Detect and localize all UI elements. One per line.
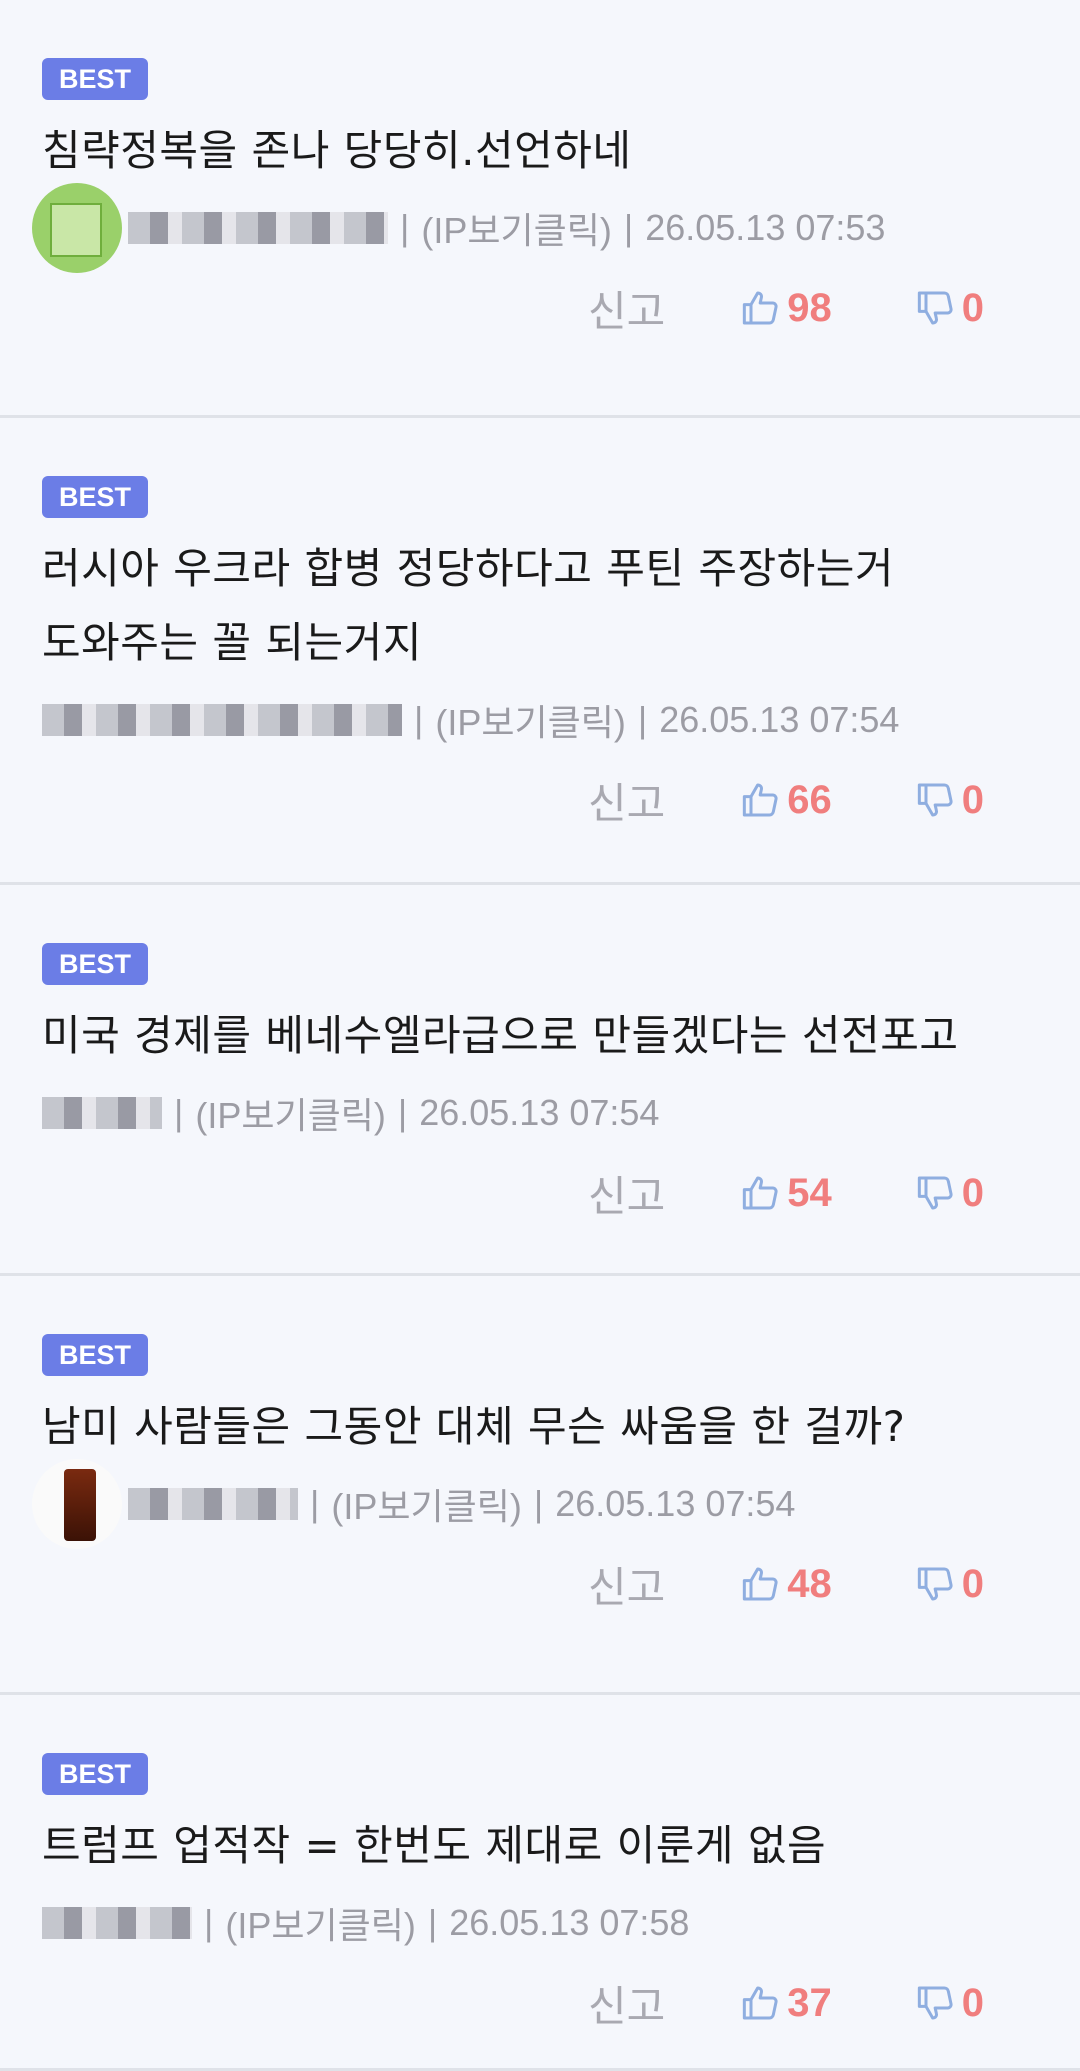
author-nickname[interactable]	[42, 1097, 162, 1129]
ip-view-link[interactable]: (IP보기클릭)	[331, 1478, 521, 1530]
downvote-button[interactable]: 0	[916, 286, 984, 331]
author-nickname[interactable]	[128, 1488, 298, 1520]
author-nickname[interactable]	[42, 1907, 192, 1939]
comment-meta: | (IP보기클릭) | 26.05.13 07:58	[42, 1891, 1038, 1955]
meta-separator: |	[623, 207, 634, 248]
upvote-button[interactable]: 48	[741, 1562, 832, 1607]
downvote-count: 0	[961, 1980, 984, 2025]
upvote-button[interactable]: 37	[741, 1981, 832, 2026]
report-button[interactable]: 신고	[588, 1163, 665, 1224]
thumbs-up-icon	[743, 1176, 778, 1210]
meta-separator: |	[310, 1483, 320, 1524]
comment-date: 26.05.13 07:54	[555, 1483, 796, 1524]
comment-item: BEST 침략정복을 존나 당당히.선언하네 | (IP보기클릭) | 26.0…	[0, 0, 1080, 418]
comment-item: BEST 트럼프 업적작 = 한번도 제대로 이룬게 없음 | (IP보기클릭)…	[0, 1695, 1080, 2071]
upvote-count: 66	[787, 777, 832, 822]
report-button[interactable]: 신고	[588, 1973, 665, 2034]
downvote-button[interactable]: 0	[916, 1562, 984, 1607]
thumbs-up-icon	[743, 1986, 778, 2020]
best-badge: BEST	[42, 58, 149, 100]
thumbs-down-icon	[917, 1986, 953, 2020]
upvote-count: 54	[787, 1170, 832, 1215]
thumbs-down-icon	[917, 783, 953, 817]
downvote-button[interactable]: 0	[916, 1171, 984, 1216]
thumbs-down-icon	[917, 1176, 953, 1210]
comment-meta: | (IP보기클릭) | 26.05.13 07:54	[32, 1459, 1038, 1549]
avatar[interactable]	[32, 183, 122, 273]
meta-separator: |	[637, 699, 648, 740]
meta-separator: |	[174, 1092, 184, 1133]
best-badge: BEST	[42, 1334, 149, 1376]
upvote-button[interactable]: 98	[741, 286, 832, 331]
upvote-count: 48	[787, 1561, 832, 1606]
ip-view-link[interactable]: (IP보기클릭)	[195, 1087, 385, 1139]
avatar[interactable]	[32, 1459, 122, 1549]
thumbs-up-icon	[743, 783, 778, 817]
comment-meta: | (IP보기클릭) | 26.05.13 07:53	[32, 183, 1038, 273]
comment-actions: 신고 48 0	[42, 1536, 1038, 1632]
comment-text: 남미 사람들은 그동안 대체 무슨 싸움을 한 걸까?	[42, 1402, 906, 1451]
comment-text: 러시아 우크라 합병 정당하다고 푸틴 주장하는거 도와주는 꼴 되는거지	[42, 544, 895, 667]
best-badge: BEST	[42, 476, 149, 518]
comment-list: BEST 침략정복을 존나 당당히.선언하네 | (IP보기클릭) | 26.0…	[0, 0, 1080, 2071]
comment-actions: 신고 54 0	[42, 1145, 1038, 1241]
thumbs-up-icon	[743, 1567, 778, 1601]
downvote-button[interactable]: 0	[916, 1981, 984, 2026]
ip-view-link[interactable]: (IP보기클릭)	[421, 202, 611, 254]
comment-text: 트럼프 업적작 = 한번도 제대로 이룬게 없음	[42, 1821, 827, 1870]
comment-item: BEST 남미 사람들은 그동안 대체 무슨 싸움을 한 걸까? | (IP보기…	[0, 1276, 1080, 1695]
meta-separator: |	[397, 1092, 408, 1133]
comment-text: 침략정복을 존나 당당히.선언하네	[42, 126, 632, 175]
comment-date: 26.05.13 07:54	[659, 699, 900, 740]
comment-date: 26.05.13 07:53	[645, 207, 886, 248]
thumbs-down-icon	[917, 1567, 953, 1601]
meta-separator: |	[204, 1902, 214, 1943]
meta-separator: |	[427, 1902, 438, 1943]
ip-view-link[interactable]: (IP보기클릭)	[435, 694, 625, 746]
upvote-button[interactable]: 66	[741, 778, 832, 823]
meta-separator: |	[414, 699, 424, 740]
upvote-button[interactable]: 54	[741, 1171, 832, 1216]
thumbs-up-icon	[743, 291, 778, 325]
meta-separator: |	[400, 207, 410, 248]
downvote-count: 0	[961, 1561, 984, 1606]
comment-actions: 신고 98 0	[42, 260, 1038, 356]
comment-date: 26.05.13 07:58	[449, 1902, 690, 1943]
ip-view-link[interactable]: (IP보기클릭)	[225, 1897, 415, 1949]
best-badge: BEST	[42, 943, 149, 985]
upvote-count: 98	[787, 285, 832, 330]
comment-date: 26.05.13 07:54	[419, 1092, 660, 1133]
comment-item: BEST 미국 경제를 베네수엘라급으로 만들겠다는 선전포고 | (IP보기클…	[0, 885, 1080, 1276]
comment-item: BEST 러시아 우크라 합병 정당하다고 푸틴 주장하는거 도와주는 꼴 되는…	[0, 418, 1080, 885]
comment-text: 미국 경제를 베네수엘라급으로 만들겠다는 선전포고	[42, 1011, 959, 1060]
meta-separator: |	[533, 1483, 544, 1524]
downvote-count: 0	[961, 1170, 984, 1215]
report-button[interactable]: 신고	[588, 1554, 665, 1615]
downvote-button[interactable]: 0	[916, 778, 984, 823]
best-badge: BEST	[42, 1753, 149, 1795]
thumbs-down-icon	[917, 291, 953, 325]
author-nickname[interactable]	[128, 212, 388, 244]
comment-meta: | (IP보기클릭) | 26.05.13 07:54	[42, 688, 1038, 752]
comment-meta: | (IP보기클릭) | 26.05.13 07:54	[42, 1081, 1038, 1145]
upvote-count: 37	[787, 1980, 832, 2025]
author-nickname[interactable]	[42, 704, 402, 736]
comment-actions: 신고 37 0	[42, 1955, 1038, 2051]
comment-actions: 신고 66 0	[42, 752, 1038, 848]
downvote-count: 0	[961, 285, 984, 330]
report-button[interactable]: 신고	[588, 278, 665, 339]
report-button[interactable]: 신고	[588, 770, 665, 831]
downvote-count: 0	[961, 777, 984, 822]
